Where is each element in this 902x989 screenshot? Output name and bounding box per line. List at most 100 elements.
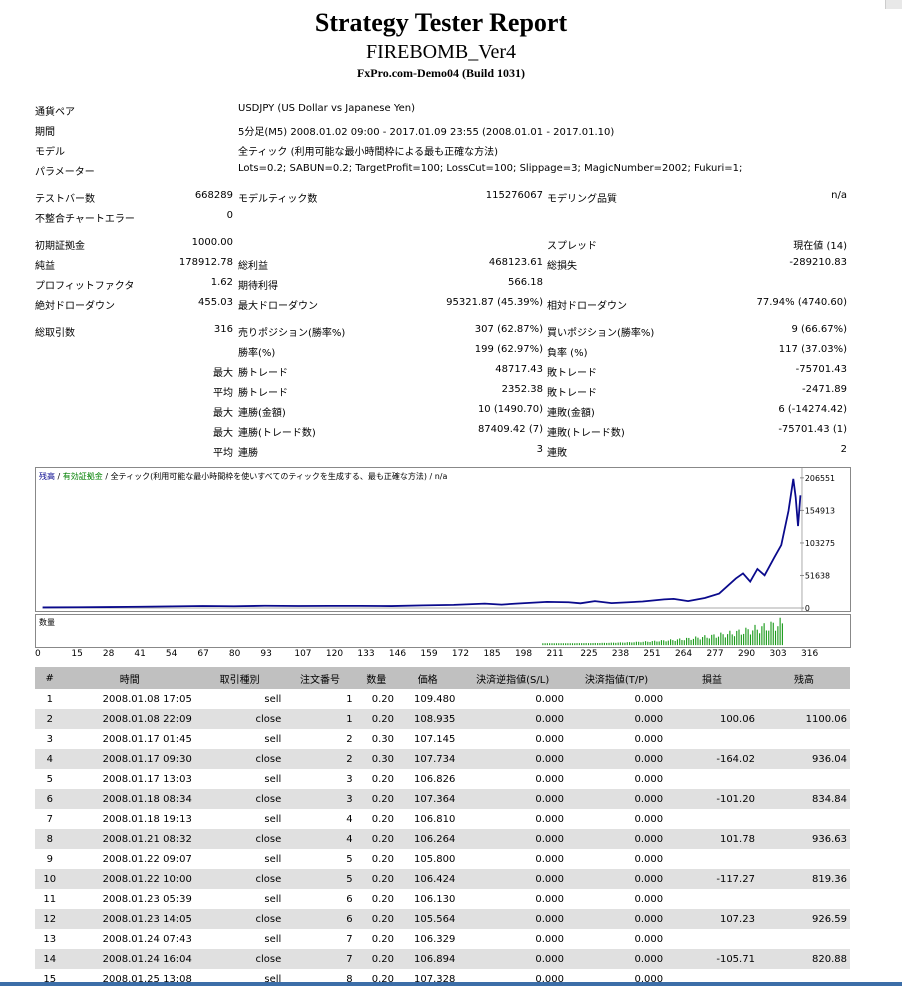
x-tick-label: 15	[71, 649, 83, 659]
grossloss-label: 総損失	[547, 261, 577, 272]
volume-bar	[599, 643, 601, 646]
avg-consec-loss-label: 連敗	[547, 448, 567, 459]
table-cell: 8	[346, 973, 353, 985]
table-row: 13 2008.01.24 07:43 sell 7 0.20 106.329 0.000 0…	[35, 929, 850, 949]
summary-row-drawdown: 絶対ドローダウン 455.03 最大ドローダウン 95321.87 (45.39…	[35, 294, 850, 314]
table-row: 15 2008.01.25 13:08 sell 8 0.20 107.328 0.000 0…	[35, 969, 850, 989]
volume-bar	[656, 641, 658, 646]
table-cell: 2008.01.18 19:13	[102, 813, 192, 825]
table-cell: 0.000	[634, 813, 664, 825]
equity-chart-caption: 残高 / 有効証拠金 / 全ティック(利用可能な最小時間枠を使いすべてのティック…	[39, 471, 447, 482]
long-label: 買いポジション(勝率%)	[547, 328, 655, 339]
x-tick-label: 54	[165, 649, 178, 659]
table-cell: 9	[46, 853, 53, 865]
deposit-label: 初期証拠金	[35, 241, 85, 252]
table-cell	[758, 889, 850, 909]
consec-loss-amt-value: 6 (-14274.42)	[778, 404, 847, 415]
volume-bar	[731, 634, 733, 646]
ticks-value: 115276067	[485, 190, 543, 201]
volume-bar	[683, 640, 685, 646]
avg-consec-win-value: 3	[536, 444, 543, 455]
volume-bar	[699, 639, 701, 646]
summary-row-winrate: 勝率(%) 199 (62.97%) 負率 (%) 117 (37.03%)	[35, 341, 850, 361]
volume-bar	[551, 643, 553, 646]
quality-value: n/a	[831, 190, 847, 201]
volume-bar	[569, 643, 571, 646]
table-cell: 820.88	[757, 949, 850, 969]
summary-row-consec-amt: 最大 連勝(金額) 10 (1490.70) 連敗(金額) 6 (-14274.…	[35, 401, 850, 421]
volume-bar	[628, 642, 631, 646]
table-cell: 0.20	[355, 789, 398, 809]
table-cell	[758, 769, 850, 789]
volume-bar	[642, 641, 644, 646]
volume-bar	[578, 643, 580, 646]
table-cell: 3	[346, 773, 353, 785]
quality-label: モデリング品質	[547, 194, 617, 205]
table-cell: 107.145	[414, 733, 456, 745]
table-cell: 4	[35, 749, 65, 769]
x-tick-label: 316	[801, 649, 819, 659]
table-cell: 8	[35, 829, 65, 849]
table-cell: 2008.01.18 08:34	[64, 789, 195, 809]
volume-bar	[674, 640, 676, 646]
period-label: 期間	[35, 127, 55, 138]
table-row: 5 2008.01.17 13:03 sell 3 0.20 106.826 0.000 0.…	[35, 769, 850, 789]
largest-label: 最大	[213, 368, 233, 379]
volume-bar	[635, 641, 637, 646]
params-value: Lots=0.2; SABUN=0.2; TargetProfit=100; L…	[238, 163, 743, 174]
summary-row-consec-cnt: 最大 連勝(トレード数) 87409.42 (7) 連敗(トレード数) -757…	[35, 421, 850, 441]
table-cell: 0.000	[535, 973, 565, 985]
table-cell: close	[194, 749, 285, 769]
volume-bar	[594, 642, 596, 646]
table-cell: 2	[284, 749, 356, 769]
summary-row-params: パラメーター Lots=0.2; SABUN=0.2; TargetProfit…	[35, 160, 850, 180]
table-cell: 819.36	[757, 869, 850, 889]
largest-win-value: 48717.43	[495, 364, 543, 375]
volume-bar	[562, 643, 564, 646]
taskbar-edge	[0, 982, 902, 986]
short-value: 307 (62.87%)	[474, 324, 543, 335]
report-title: Strategy Tester Report	[314, 8, 568, 37]
absdd-value: 455.03	[198, 297, 233, 308]
table-cell: -117.27	[666, 869, 758, 889]
summary-row-average: 平均 勝トレード 2352.38 敗トレード -2471.89	[35, 381, 850, 401]
consec-cnt-max-label: 最大	[213, 428, 233, 439]
table-cell: 0.000	[458, 829, 568, 849]
volume-bar	[724, 637, 726, 646]
summary-row-period: 期間 5分足(M5) 2008.01.02 09:00 - 2017.01.09…	[35, 120, 850, 140]
table-cell: 0.000	[535, 853, 565, 865]
consec-loss-cnt-label: 連敗(トレード数)	[547, 428, 625, 439]
volume-bar	[615, 642, 617, 646]
col-header-9: 残高	[757, 667, 850, 689]
table-cell	[666, 889, 758, 909]
table-cell: 0.000	[567, 789, 667, 809]
volume-bar	[565, 643, 567, 646]
y-tick-label: 154913	[805, 506, 835, 515]
volume-bar	[649, 642, 651, 646]
volume-bar	[631, 642, 633, 646]
volume-bar	[729, 630, 731, 646]
x-tick-label: 67	[197, 649, 209, 659]
mismatch-value: 0	[226, 210, 233, 221]
table-cell: 0.000	[458, 869, 568, 889]
summary-section: 通貨ペア USDJPY (US Dollar vs Japanese Yen) …	[35, 100, 850, 461]
table-cell: close	[194, 869, 285, 889]
grossprofit-label: 総利益	[238, 261, 268, 272]
balance-chart: 206551 154913 103275 51638 0	[35, 467, 851, 612]
volume-bar	[727, 634, 729, 646]
table-cell	[666, 809, 758, 829]
volume-bar	[567, 643, 569, 646]
table-cell: 0.000	[458, 949, 568, 969]
summary-row-trades: 総取引数 316 売りポジション(勝率%) 307 (62.87%) 買いポジシ…	[35, 321, 850, 341]
table-cell: 108.935	[397, 709, 459, 729]
volume-bar	[670, 639, 672, 646]
table-cell: 0.000	[567, 829, 667, 849]
table-cell	[666, 969, 758, 989]
volume-bar	[622, 642, 624, 646]
volume-bar	[736, 630, 738, 646]
col-header-6: 決済逆指値(S/L)	[458, 667, 568, 689]
table-cell: 0.000	[535, 733, 565, 745]
table-row: 14 2008.01.24 16:04 close 7 0.20 106.894 0.000…	[35, 949, 850, 969]
volume-bar	[688, 637, 690, 646]
table-cell: 0.20	[371, 973, 395, 985]
